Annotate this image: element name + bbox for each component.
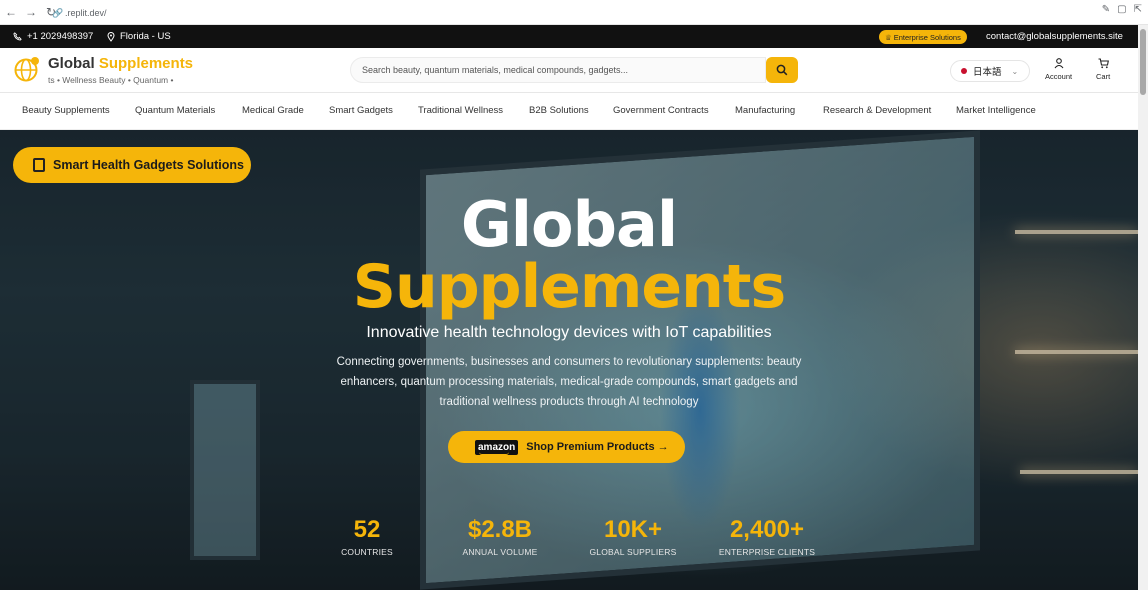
brand-name[interactable]: Global Supplements: [48, 55, 193, 72]
stat-label: COUNTRIES: [341, 547, 393, 557]
user-icon: [1054, 58, 1063, 69]
nav-item-government-contracts[interactable]: Government Contracts: [613, 105, 709, 116]
search-button[interactable]: [766, 57, 798, 83]
site-info-icon[interactable]: 🔗: [52, 8, 63, 18]
browser-actions: ✎ ▢ ⇱: [1102, 4, 1142, 15]
nav-item-traditional-wellness[interactable]: Traditional Wellness: [418, 105, 503, 116]
hero-section: Smart Health Gadgets Solutions Global Su…: [0, 130, 1138, 590]
nav-item-beauty-supplements[interactable]: Beauty Supplements: [22, 105, 110, 116]
hero-title-line1: Global: [460, 188, 678, 261]
stat-value: 2,400+: [729, 516, 805, 543]
back-icon[interactable]: ←: [2, 3, 20, 21]
url-text: .replit.dev/: [65, 7, 107, 18]
contact-email[interactable]: contact@globalsupplements.site: [986, 31, 1123, 42]
brand-main: Global: [48, 55, 95, 72]
chat-icon[interactable]: ▢: [1117, 4, 1126, 15]
stat-countries: 52 COUNTRIES: [330, 516, 404, 557]
nav-item-smart-gadgets[interactable]: Smart Gadgets: [329, 105, 393, 116]
share-icon[interactable]: ⇱: [1134, 4, 1142, 15]
stat-global-suppliers: 10K+ GLOBAL SUPPLIERS: [582, 516, 684, 557]
stat-label: ANNUAL VOLUME: [462, 547, 538, 557]
forward-icon[interactable]: →: [22, 3, 40, 21]
nav-item-quantum-materials[interactable]: Quantum Materials: [135, 105, 215, 116]
hero-subtitle: Innovative health technology devices wit…: [366, 324, 772, 341]
phone-number: +1 2029498397: [27, 31, 94, 42]
cart-button[interactable]: Cart: [1096, 58, 1110, 81]
device-icon: [33, 158, 45, 172]
nav-item-manufacturing[interactable]: Manufacturing: [735, 105, 795, 116]
brand-tagline: ts • Wellness Beauty • Quantum •: [48, 75, 174, 85]
category-nav: Beauty Supplements Quantum Materials Med…: [0, 93, 1138, 130]
browser-toolbar: ← → ↻ 🔗 .replit.dev/ ✎ ▢ ⇱: [0, 0, 1148, 25]
chevron-down-icon: ⌄: [1011, 66, 1019, 76]
enterprise-icon: ♕: [885, 32, 892, 42]
cta-label: Shop Premium Products →: [526, 441, 669, 453]
phone-contact[interactable]: +1 2029498397: [13, 31, 93, 42]
hero-title-line2: Supplements: [352, 252, 786, 322]
brand-accent: Supplements: [98, 55, 194, 72]
badge-label: Smart Health Gadgets Solutions: [53, 158, 245, 172]
stat-label: GLOBAL SUPPLIERS: [589, 547, 677, 557]
cart-icon: [1098, 58, 1109, 69]
stat-value: 52: [353, 516, 381, 543]
japan-flag-icon: [961, 68, 967, 74]
nav-item-medical-grade[interactable]: Medical Grade: [242, 105, 304, 116]
location-text: Florida - US: [120, 31, 171, 42]
search-input[interactable]: Search beauty, quantum materials, medica…: [350, 57, 766, 83]
nav-item-market-intelligence[interactable]: Market Intelligence: [956, 105, 1036, 116]
enterprise-label: Enterprise Solutions: [893, 32, 961, 42]
search-icon: [776, 64, 788, 76]
cart-label: Cart: [1096, 72, 1111, 81]
location-pin-icon: [107, 31, 115, 42]
amazon-logo: amazon: [475, 439, 519, 455]
address-bar[interactable]: 🔗 .replit.dev/: [52, 4, 1092, 21]
stat-value: $2.8B: [467, 516, 533, 543]
smart-health-gadgets-badge[interactable]: Smart Health Gadgets Solutions: [13, 147, 251, 183]
page-scrollbar[interactable]: [1138, 25, 1148, 590]
account-button[interactable]: Account: [1045, 58, 1072, 81]
language-label: 日本語: [973, 67, 1002, 78]
shop-premium-products-button[interactable]: amazon Shop Premium Products →: [448, 431, 685, 463]
scrollbar-thumb[interactable]: [1140, 29, 1146, 95]
stat-value: 10K+: [603, 516, 663, 543]
nav-item-research-development[interactable]: Research & Development: [823, 105, 931, 116]
enterprise-solutions-button[interactable]: ♕ Enterprise Solutions: [879, 30, 967, 44]
hero-description: Connecting governments, businesses and c…: [336, 356, 802, 408]
language-selector[interactable]: 日本語 ⌄: [950, 60, 1030, 82]
stat-annual-volume: $2.8B ANNUAL VOLUME: [450, 516, 550, 557]
amazon-logo-text: amazon: [478, 441, 516, 453]
location: Florida - US: [107, 31, 171, 42]
stat-label: ENTERPRISE CLIENTS: [718, 547, 816, 557]
phone-icon: [13, 32, 22, 41]
account-label: Account: [1045, 72, 1073, 81]
top-info-bar: +1 2029498397 Florida - US ♕ Enterprise …: [0, 25, 1138, 48]
site-header: Global Supplements ts • Wellness Beauty …: [0, 48, 1138, 93]
extensions-icon[interactable]: ✎: [1102, 4, 1110, 15]
globe-logo-icon[interactable]: [14, 56, 40, 82]
nav-item-b2b-solutions[interactable]: B2B Solutions: [529, 105, 589, 116]
stat-enterprise-clients: 2,400+ ENTERPRISE CLIENTS: [716, 516, 818, 557]
